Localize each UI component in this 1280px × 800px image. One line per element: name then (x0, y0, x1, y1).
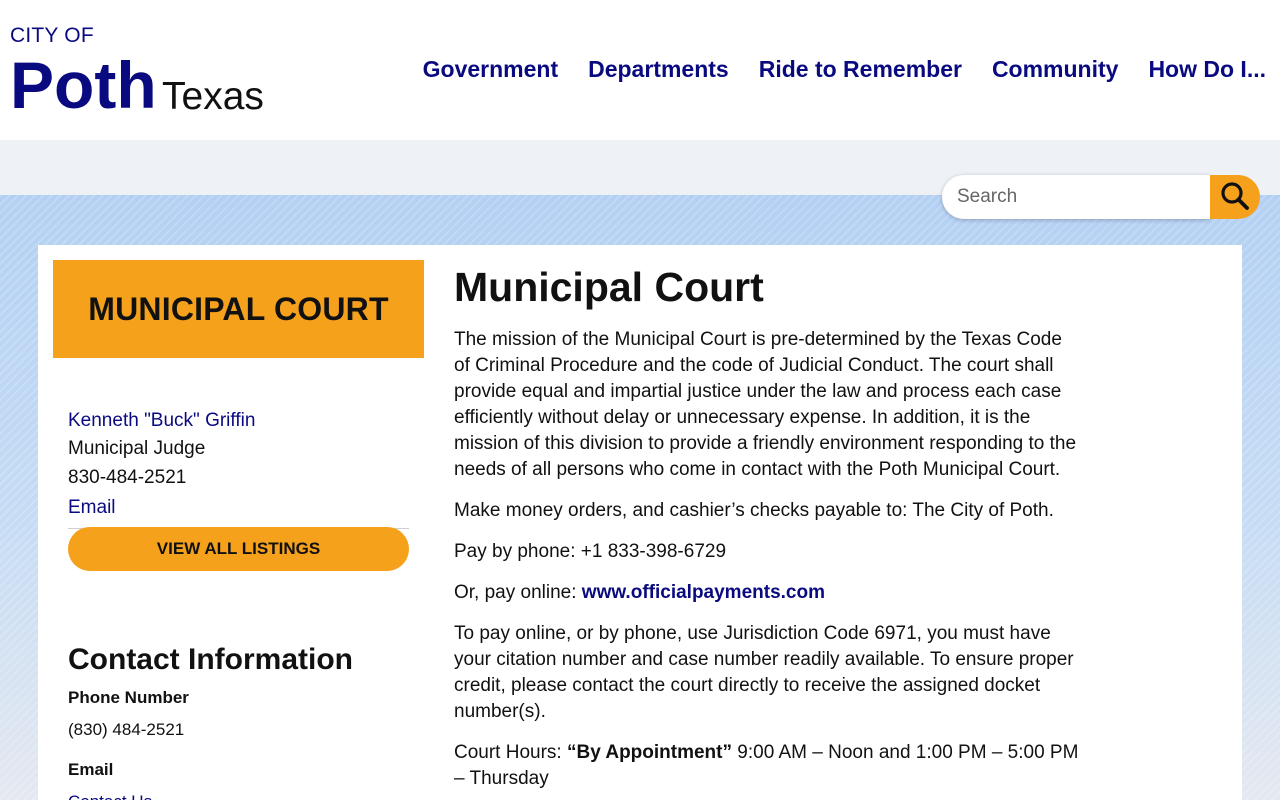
search-button[interactable] (1210, 175, 1260, 219)
main-navigation: Government Departments Ride to Remember … (423, 56, 1266, 83)
email-label: Email (68, 760, 114, 779)
logo-city-name: Poth (10, 48, 157, 122)
pay-by-phone-paragraph: Pay by phone: +1 833-398-6729 (454, 541, 727, 562)
staff-listing: Kenneth "Buck" Griffin Municipal Judge 8… (68, 409, 409, 529)
department-title-box: MUNICIPAL COURT (53, 260, 424, 358)
nav-community[interactable]: Community (992, 56, 1119, 83)
phone-number-label: Phone Number (68, 688, 189, 707)
nav-how-do-i[interactable]: How Do I... (1148, 56, 1266, 83)
site-logo[interactable]: CITY OF Poth Texas (10, 24, 264, 118)
official-payments-link[interactable]: www.officialpayments.com (582, 582, 825, 603)
logo-state-name: Texas (162, 75, 264, 118)
search-input[interactable] (942, 175, 1210, 219)
contact-us-link[interactable]: Contact Us (68, 791, 353, 800)
site-header: CITY OF Poth Texas Government Department… (0, 0, 1280, 140)
search-icon (1220, 181, 1250, 214)
phone-number-value: (830) 484-2521 (68, 720, 185, 739)
staff-phone: 830-484-2521 (68, 467, 187, 488)
logo-city-of: CITY OF (10, 24, 94, 47)
view-all-listings-button[interactable]: VIEW ALL LISTINGS (68, 527, 409, 571)
court-hours-prefix: Court Hours: (454, 742, 567, 763)
search-bar (942, 175, 1260, 219)
department-title: MUNICIPAL COURT (88, 290, 389, 327)
nav-government[interactable]: Government (423, 56, 558, 83)
jurisdiction-paragraph: To pay online, or by phone, use Jurisdic… (454, 623, 1074, 722)
content-card: MUNICIPAL COURT Kenneth "Buck" Griffin M… (38, 245, 1242, 800)
page-title: Municipal Court (454, 264, 764, 310)
contact-information: Contact Information Phone Number (830) 4… (68, 643, 353, 800)
contact-heading: Contact Information (68, 643, 353, 676)
nav-departments[interactable]: Departments (588, 56, 729, 83)
court-hours-paragraph: Court Hours: “By Appointment” 9:00 AM – … (454, 740, 1079, 792)
pay-online-paragraph: Or, pay online: www.officialpayments.com (454, 580, 1079, 606)
payable-paragraph: Make money orders, and cashier’s checks … (454, 500, 1054, 521)
staff-email-link[interactable]: Email (68, 494, 409, 522)
staff-name-link[interactable]: Kenneth "Buck" Griffin (68, 409, 409, 433)
nav-ride-to-remember[interactable]: Ride to Remember (759, 56, 962, 83)
main-content: Municipal Court The mission of the Munic… (454, 263, 1079, 792)
staff-title: Municipal Judge (68, 438, 206, 459)
mission-paragraph: The mission of the Municipal Court is pr… (454, 329, 1077, 480)
pay-online-prefix: Or, pay online: (454, 582, 582, 603)
court-hours-appointment: “By Appointment” (566, 742, 732, 763)
